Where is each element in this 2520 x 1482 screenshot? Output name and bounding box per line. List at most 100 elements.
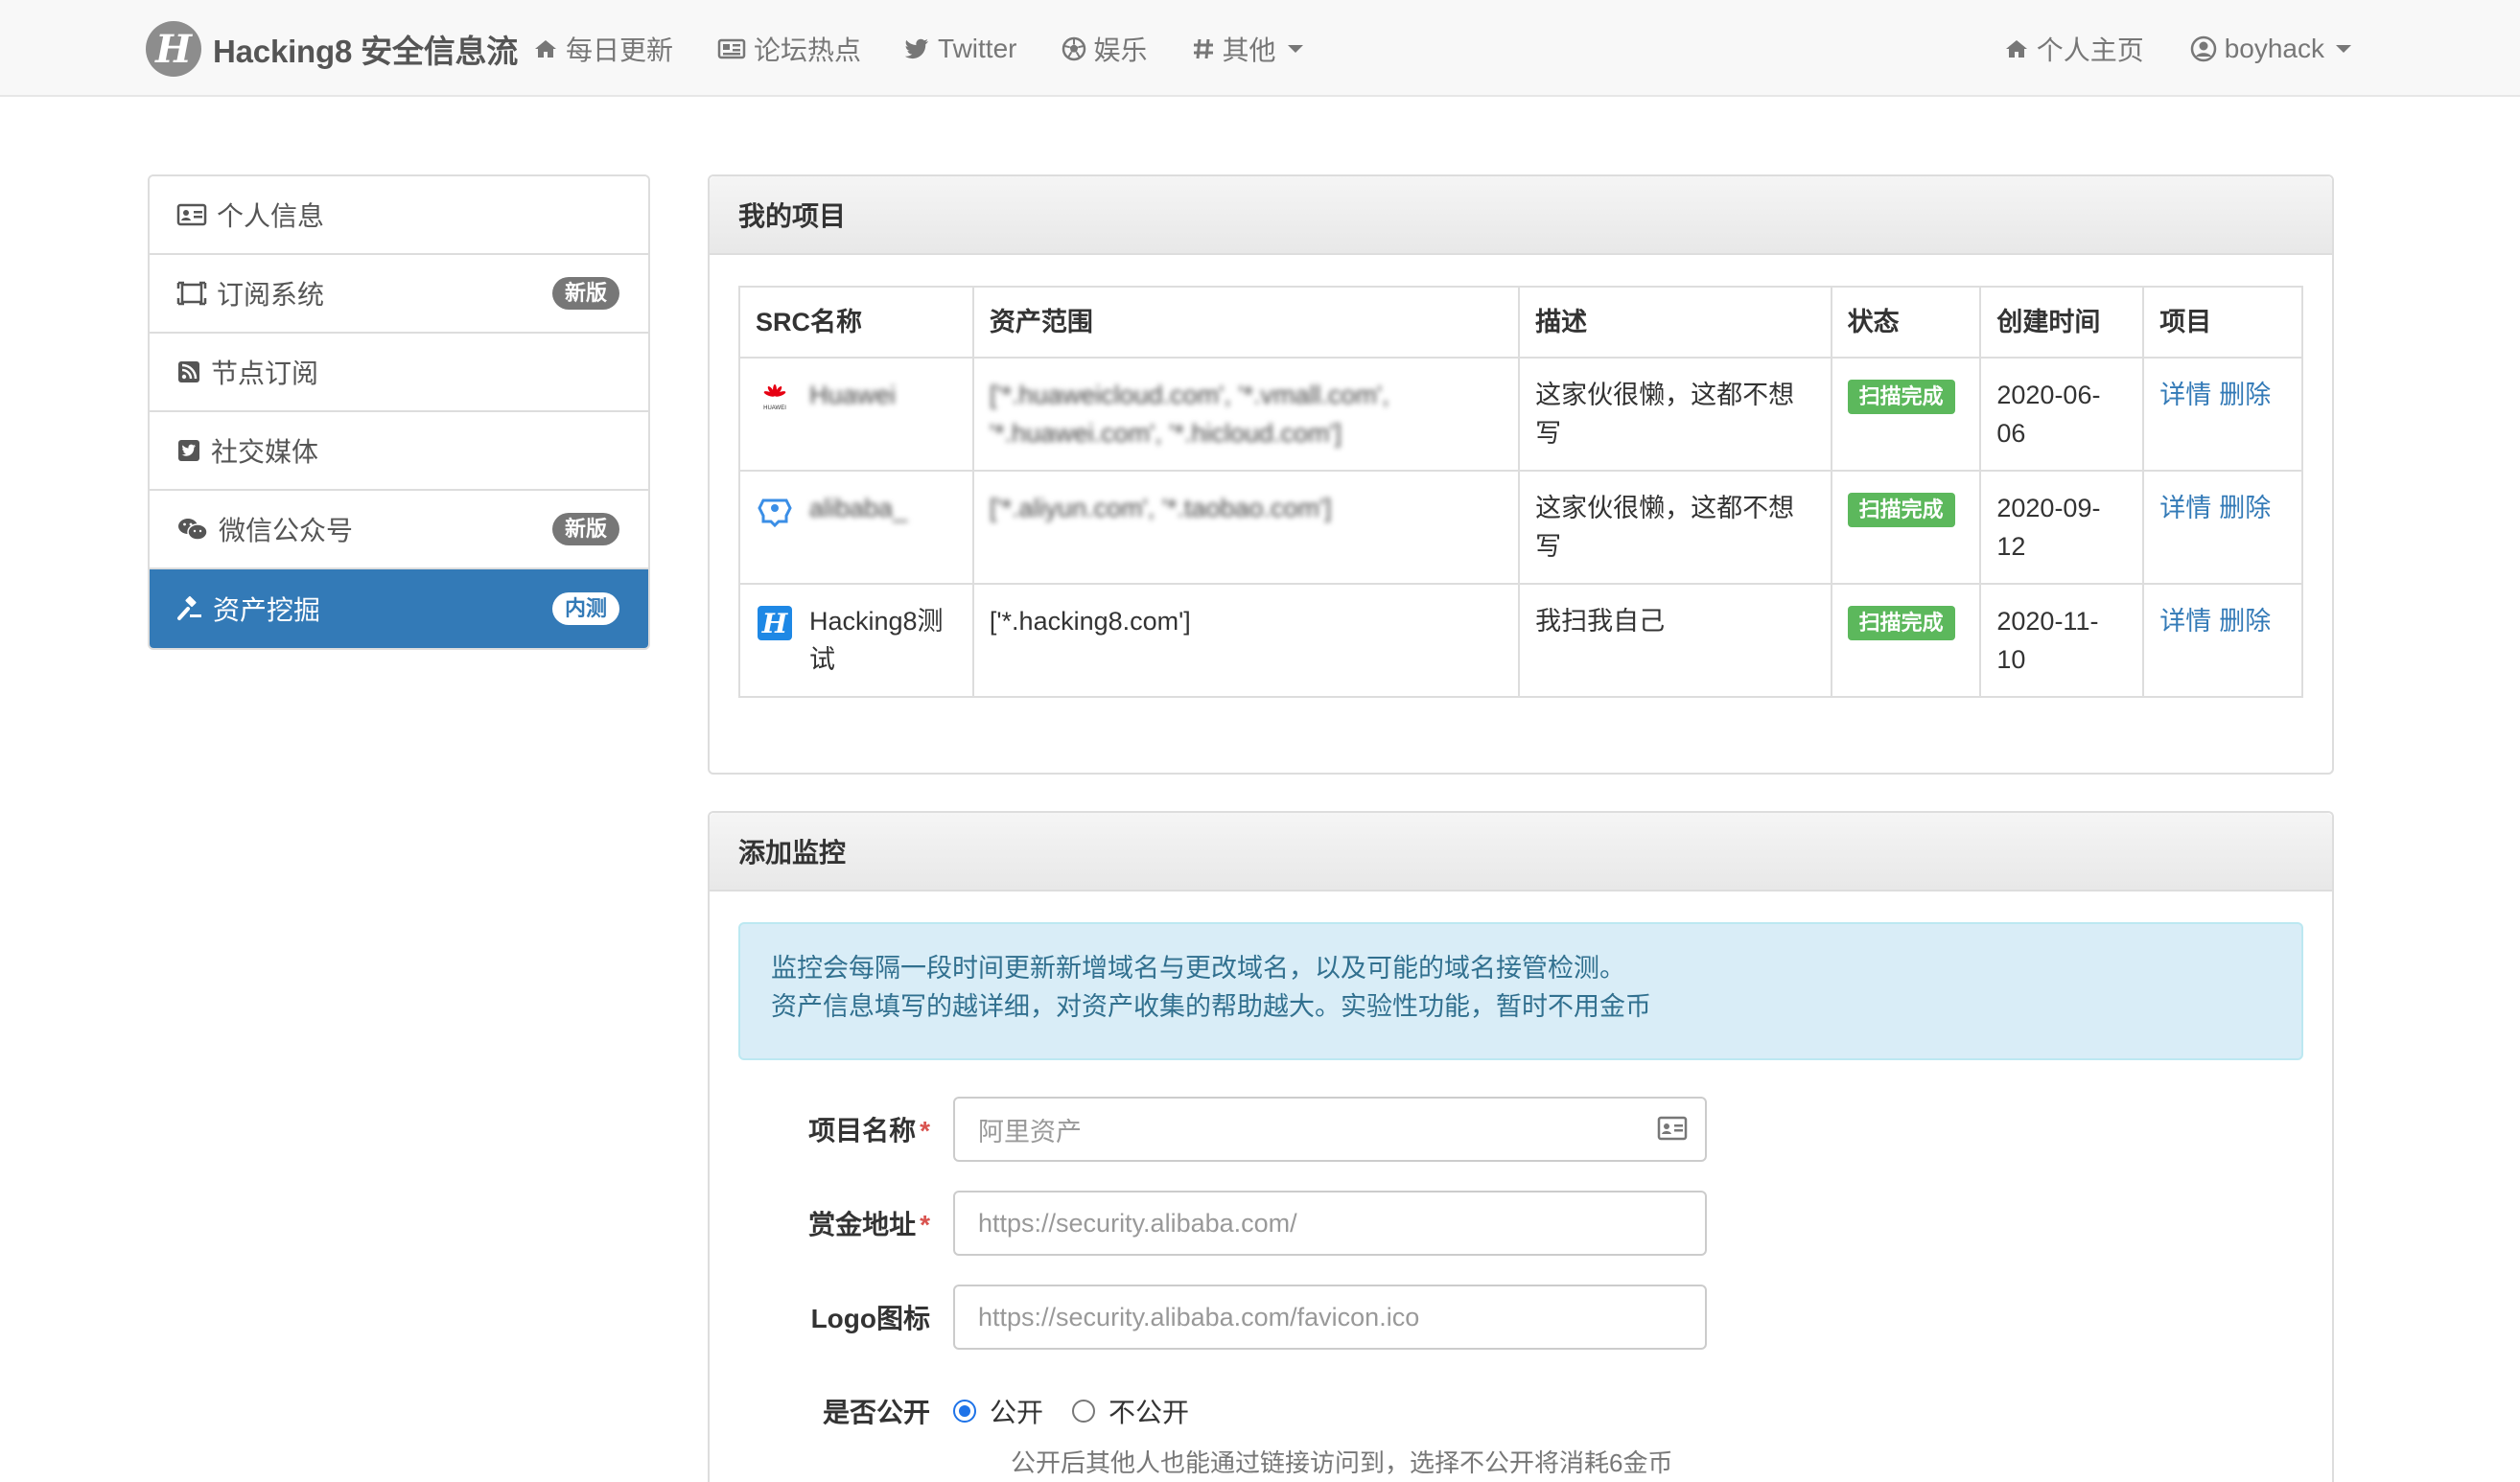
- brand-logo-icon: H: [146, 21, 201, 77]
- hashtag-icon: [1193, 38, 1213, 58]
- description: 这家伙很懒，这都不想写: [1518, 470, 1832, 585]
- table-row: HUAWEI Huawei ['*.huaweicloud.com', '*.v…: [738, 357, 2303, 472]
- public-radio-group: 公开 不公开: [953, 1392, 1218, 1430]
- delete-link[interactable]: 删除: [2219, 381, 2271, 409]
- new-badge: 新版: [551, 277, 619, 310]
- logo-url-input[interactable]: https://security.alibaba.com/favicon.ico: [953, 1285, 1707, 1350]
- new-badge: 新版: [551, 513, 619, 545]
- sidebar-item-label: 资产挖掘: [213, 595, 321, 625]
- delete-link[interactable]: 删除: [2219, 607, 2271, 636]
- description: 我扫我自己: [1518, 583, 1832, 698]
- bounty-url-input[interactable]: https://security.alibaba.com/: [953, 1191, 1707, 1256]
- id-card-icon: [176, 203, 207, 226]
- form-row-bounty-url: 赏金地址 * https://security.alibaba.com/: [710, 1191, 2336, 1256]
- nav-label: 每日更新: [566, 35, 674, 65]
- nav-twitter[interactable]: Twitter: [905, 33, 1017, 64]
- src-name: Hacking8测试: [809, 607, 944, 674]
- src-name: alibaba_: [809, 494, 908, 522]
- sidebar-item-label: 微信公众号: [219, 516, 354, 545]
- user-menu-dropdown[interactable]: boyhack: [2190, 34, 2351, 64]
- nav-entertainment[interactable]: 娱乐: [1062, 30, 1148, 68]
- frame-icon: [176, 281, 207, 306]
- panel-title: 我的项目: [710, 176, 2332, 255]
- nav-profile-home[interactable]: 个人主页: [2004, 30, 2144, 68]
- sidebar-item-label: 节点订阅: [211, 359, 319, 388]
- sidebar-item-subscription[interactable]: 订阅系统 新版: [150, 255, 648, 334]
- chevron-down-icon: [2336, 44, 2351, 53]
- alert-line: 监控会每隔一段时间更新新增域名与更改域名，以及可能的域名接管检测。: [771, 954, 1625, 983]
- status-badge: 扫描完成: [1847, 380, 1955, 414]
- table-row: H Hacking8测试 ['*.hacking8.com'] 我扫我自己 扫描…: [738, 583, 2303, 698]
- status-badge: 扫描完成: [1847, 493, 1955, 527]
- projects-table: SRC名称 资产范围 描述 状态 创建时间 项目 HUAWEI Huawei […: [738, 286, 2303, 698]
- nav-label: 其他: [1222, 35, 1276, 65]
- column-header: 状态: [1830, 286, 1982, 359]
- nav-label: 论坛热点: [754, 35, 862, 65]
- id-card-icon: [1657, 1116, 1688, 1141]
- radio-public[interactable]: [953, 1400, 976, 1423]
- wechat-icon: [178, 519, 208, 541]
- soccer-ball-icon: [1062, 36, 1085, 60]
- info-alert: 监控会每隔一段时间更新新增域名与更改域名，以及可能的域名接管检测。 资产信息填写…: [738, 922, 2303, 1060]
- nav-right: 个人主页 boyhack: [1958, 0, 2351, 97]
- column-header: 描述: [1518, 286, 1832, 359]
- sidebar-item-label: 社交媒体: [211, 437, 319, 467]
- status-badge: 扫描完成: [1847, 606, 1955, 640]
- form-row-logo-url: Logo图标 https://security.alibaba.com/favi…: [710, 1285, 2336, 1350]
- sidebar-item-social-media[interactable]: 社交媒体: [150, 412, 648, 491]
- project-name-input[interactable]: 阿里资产: [953, 1097, 1707, 1162]
- detail-link[interactable]: 详情: [2159, 607, 2211, 636]
- chevron-down-icon: [1287, 44, 1303, 53]
- form-row-public: 是否公开 公开 不公开: [710, 1378, 2336, 1444]
- required-mark: *: [920, 1116, 930, 1146]
- username: boyhack: [2224, 33, 2324, 63]
- nav-left: 每日更新 论坛热点 Twitter 娱乐 其他: [533, 0, 1347, 97]
- gavel-icon: [177, 595, 201, 620]
- column-header: 项目: [2142, 286, 2303, 359]
- detail-link[interactable]: 详情: [2159, 381, 2211, 409]
- nav-label: Twitter: [938, 33, 1017, 63]
- svg-text:HUAWEI: HUAWEI: [763, 405, 786, 411]
- field-label: 赏金地址: [808, 1210, 917, 1239]
- sidebar-item-label: 个人信息: [217, 201, 325, 231]
- sidebar-item-node-subscription[interactable]: 节点订阅: [150, 334, 648, 412]
- beta-badge: 内测: [551, 592, 619, 625]
- input-placeholder: https://security.alibaba.com/: [978, 1208, 1297, 1238]
- brand[interactable]: H Hacking8 安全信息流: [146, 21, 518, 77]
- required-mark: *: [920, 1210, 930, 1239]
- sidebar-item-wechat[interactable]: 微信公众号 新版: [150, 491, 648, 569]
- newspaper-icon: [717, 38, 746, 58]
- nav-forum-hot[interactable]: 论坛热点: [717, 30, 861, 68]
- sidebar-item-profile[interactable]: 个人信息: [150, 176, 648, 255]
- sidebar-item-asset-discovery[interactable]: 资产挖掘 内测: [150, 569, 648, 648]
- field-label: Logo图标: [810, 1304, 930, 1333]
- twitter-square-icon: [178, 440, 199, 461]
- alert-line: 资产信息填写的越详细，对资产收集的帮助越大。实验性功能，暂时不用金币: [771, 992, 1651, 1021]
- rss-icon: [178, 361, 199, 382]
- nav-other-dropdown[interactable]: 其他: [1192, 30, 1303, 68]
- radio-label[interactable]: 公开: [990, 1392, 1043, 1430]
- column-header: 资产范围: [971, 286, 1521, 359]
- radio-private[interactable]: [1072, 1400, 1096, 1423]
- delete-link[interactable]: 删除: [2219, 494, 2271, 522]
- panel-title: 添加监控: [710, 813, 2332, 892]
- column-header: SRC名称: [738, 286, 974, 359]
- asset-scope: ['*.aliyun.com', '*.taobao.com']: [989, 494, 1332, 522]
- nav-label: 个人主页: [2036, 35, 2144, 65]
- radio-label[interactable]: 不公开: [1108, 1392, 1189, 1430]
- huawei-logo-icon: HUAWEI: [756, 378, 794, 416]
- add-monitor-panel: 添加监控 监控会每隔一段时间更新新增域名与更改域名，以及可能的域名接管检测。 资…: [708, 811, 2334, 1482]
- asset-scope: ['*.hacking8.com']: [971, 583, 1521, 698]
- nav-label: 娱乐: [1093, 35, 1148, 65]
- column-header: 创建时间: [1979, 286, 2145, 359]
- form-row-project-name: 项目名称 * 阿里资产: [710, 1097, 2336, 1162]
- nav-daily-updates[interactable]: 每日更新: [533, 30, 673, 68]
- field-label: 是否公开: [822, 1398, 930, 1427]
- home-icon: [2005, 39, 2027, 58]
- top-navbar: H Hacking8 安全信息流 每日更新 论坛热点 Twitter 娱乐 其他…: [0, 0, 2520, 97]
- detail-link[interactable]: 详情: [2159, 494, 2211, 522]
- my-projects-panel: 我的项目 SRC名称 资产范围 描述 状态 创建时间 项目 HUAWEI Hua…: [708, 174, 2334, 775]
- table-row: alibaba_ ['*.aliyun.com', '*.taobao.com'…: [738, 470, 2303, 585]
- alibaba-logo-icon: [756, 491, 794, 529]
- created-date: 2020-06-06: [1979, 357, 2145, 472]
